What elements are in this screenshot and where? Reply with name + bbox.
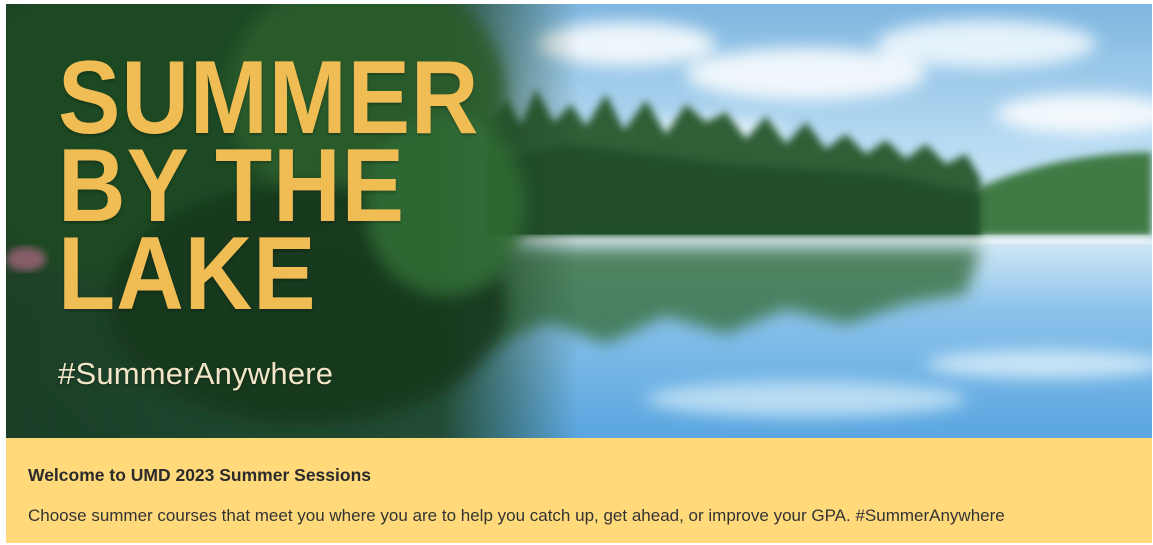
page: SUMMER BY THE LAKE #SummerAnywhere Welco…	[0, 0, 1153, 545]
welcome-heading: Welcome to UMD 2023 Summer Sessions	[28, 465, 371, 485]
hero-banner-image: SUMMER BY THE LAKE #SummerAnywhere	[6, 4, 1152, 438]
welcome-banner: Welcome to UMD 2023 Summer Sessions Choo…	[6, 438, 1152, 543]
welcome-description: Choose summer courses that meet you wher…	[28, 506, 1005, 525]
hero-title-line-3: LAKE	[58, 216, 317, 332]
hero-title: SUMMER BY THE LAKE	[58, 46, 479, 332]
hero-hashtag: #SummerAnywhere	[58, 356, 334, 391]
